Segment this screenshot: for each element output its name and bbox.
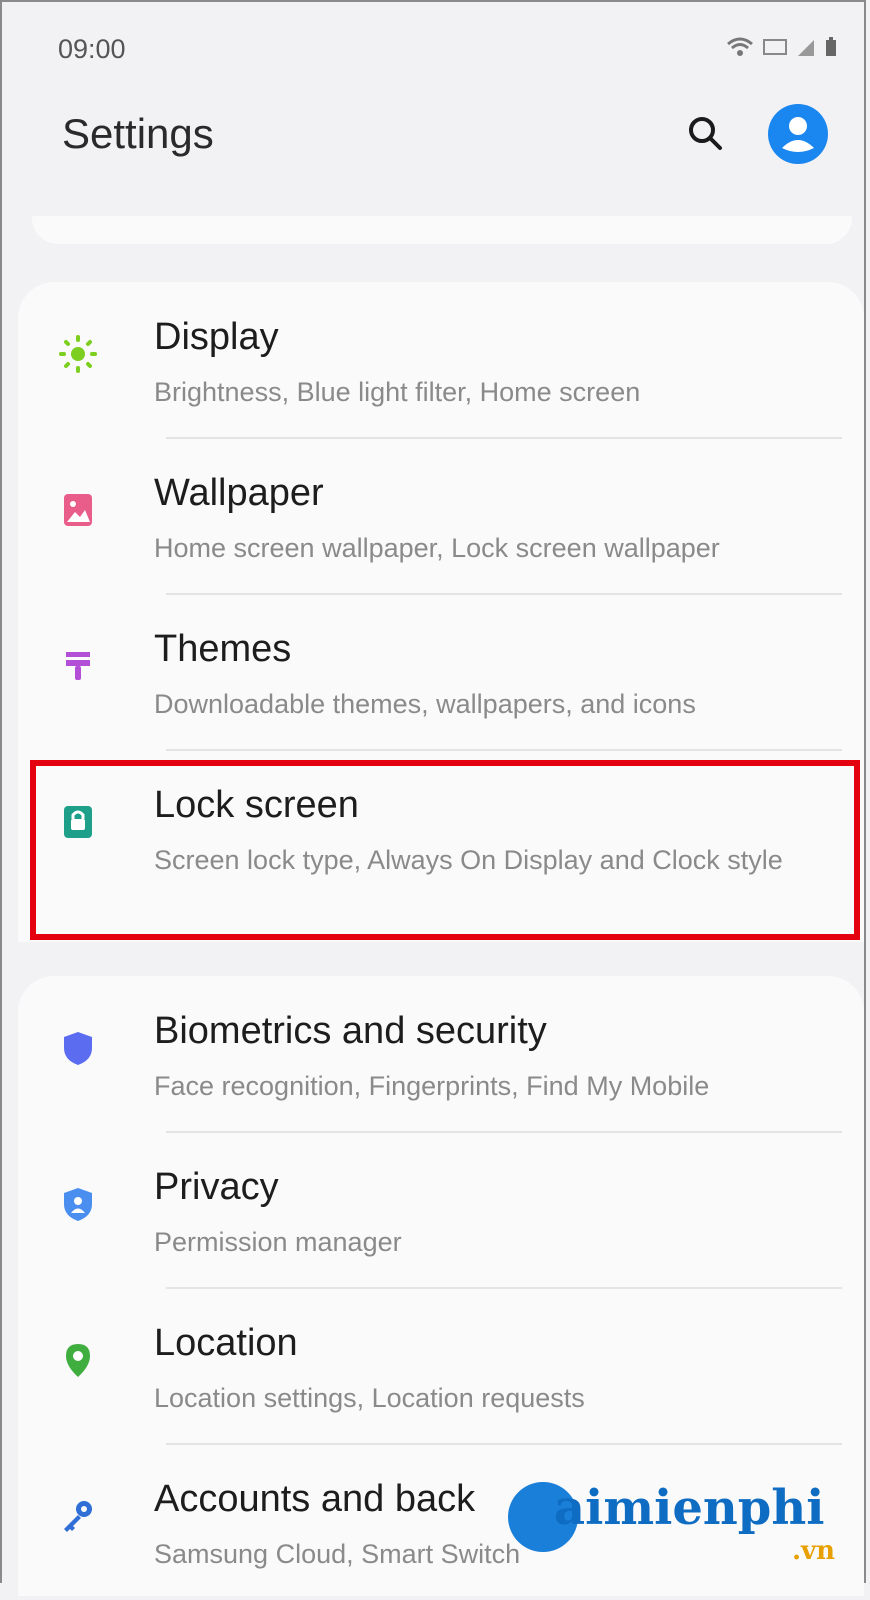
profile-icon xyxy=(782,117,814,152)
location-pin-icon xyxy=(66,1344,90,1377)
profile-avatar-button[interactable] xyxy=(768,104,828,164)
shield-icon xyxy=(64,1032,92,1065)
wallpaper-icon xyxy=(64,494,92,526)
item-title: Privacy xyxy=(154,1166,279,1208)
item-title: Accounts and back xyxy=(154,1478,476,1520)
page-title: Settings xyxy=(62,110,214,157)
item-subtitle: Samsung Cloud, Smart Switch xyxy=(154,1539,521,1569)
item-subtitle: Permission manager xyxy=(154,1227,402,1257)
status-icons xyxy=(726,36,838,63)
collapsed-card xyxy=(32,216,852,244)
search-icon xyxy=(689,117,722,150)
settings-item-privacy[interactable]: Privacy Permission manager xyxy=(18,1132,864,1288)
item-subtitle: Brightness, Blue light filter, Home scre… xyxy=(154,377,641,407)
watermark-text: aimienphi xyxy=(554,1480,825,1536)
item-subtitle: Downloadable themes, wallpapers, and ico… xyxy=(154,689,696,719)
item-title: Themes xyxy=(154,628,292,670)
item-subtitle: Home screen wallpaper, Lock screen wallp… xyxy=(154,533,720,563)
wifi-icon xyxy=(726,36,754,63)
signal-icon xyxy=(796,36,816,63)
item-title: Display xyxy=(154,316,279,358)
item-subtitle: Location settings, Location requests xyxy=(154,1383,585,1413)
key-icon xyxy=(64,1501,92,1532)
settings-item-location[interactable]: Location Location settings, Location req… xyxy=(18,1288,864,1444)
item-subtitle: Face recognition, Fingerprints, Find My … xyxy=(154,1071,710,1101)
settings-item-themes[interactable]: Themes Downloadable themes, wallpapers, … xyxy=(18,594,864,750)
privacy-shield-icon xyxy=(64,1188,92,1221)
highlight-box xyxy=(30,760,860,940)
watermark-suffix: .vn xyxy=(792,1536,836,1566)
brightness-icon xyxy=(59,335,97,373)
item-title: Wallpaper xyxy=(154,472,324,514)
item-title: Location xyxy=(154,1322,298,1364)
settings-item-wallpaper[interactable]: Wallpaper Home screen wallpaper, Lock sc… xyxy=(18,438,864,594)
lte-icon xyxy=(762,36,788,63)
battery-icon xyxy=(824,36,838,63)
settings-item-display[interactable]: Display Brightness, Blue light filter, H… xyxy=(18,282,864,438)
search-button[interactable] xyxy=(686,114,726,154)
settings-item-biometrics[interactable]: Biometrics and security Face recognition… xyxy=(18,976,864,1132)
themes-brush-icon xyxy=(66,652,90,680)
status-time: 09:00 xyxy=(58,34,126,64)
item-title: Biometrics and security xyxy=(154,1010,547,1052)
